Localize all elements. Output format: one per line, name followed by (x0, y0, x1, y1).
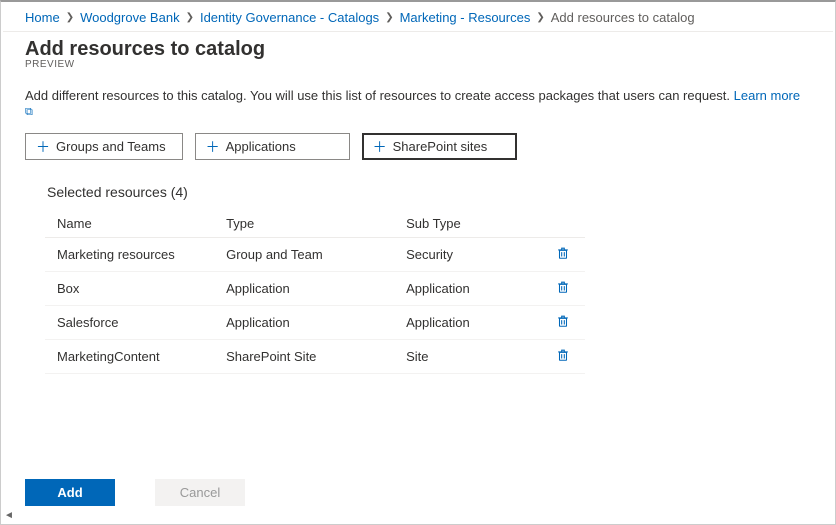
add-sharepoint-button[interactable]: ＋ SharePoint sites (362, 133, 517, 160)
table-row: MarketingContentSharePoint SiteSite (45, 340, 585, 374)
cell-type: Application (214, 272, 394, 306)
column-subtype[interactable]: Sub Type (394, 210, 541, 238)
cell-type: Group and Team (214, 238, 394, 272)
resource-type-buttons: ＋ Groups and Teams ＋ Applications ＋ Shar… (1, 133, 835, 178)
crumb-home[interactable]: Home (25, 10, 60, 25)
column-name[interactable]: Name (45, 210, 214, 238)
selected-resources-title: Selected resources (4) (47, 184, 811, 200)
table-row: BoxApplicationApplication (45, 272, 585, 306)
delete-icon[interactable] (556, 246, 570, 260)
chevron-right-icon: ❯ (186, 12, 194, 23)
column-type[interactable]: Type (214, 210, 394, 238)
cell-name: MarketingContent (45, 340, 214, 374)
crumb-current: Add resources to catalog (551, 10, 695, 25)
description: Add different resources to this catalog.… (1, 72, 835, 133)
cell-name: Box (45, 272, 214, 306)
plus-icon: ＋ (36, 140, 50, 154)
add-button[interactable]: Add (25, 479, 115, 506)
scroll-left-icon[interactable]: ◄ (4, 510, 14, 521)
crumb-org[interactable]: Woodgrove Bank (80, 10, 180, 25)
add-applications-button[interactable]: ＋ Applications (195, 133, 350, 160)
cell-subtype: Security (394, 238, 541, 272)
table-row: SalesforceApplicationApplication (45, 306, 585, 340)
page-header: Add resources to catalog PREVIEW (1, 32, 835, 72)
chevron-right-icon: ❯ (536, 12, 544, 23)
page-title: Add resources to catalog (25, 38, 811, 61)
chevron-right-icon: ❯ (385, 12, 393, 23)
cell-name: Marketing resources (45, 238, 214, 272)
cell-subtype: Application (394, 306, 541, 340)
selected-resources-section: Selected resources (4) Name Type Sub Typ… (1, 178, 835, 461)
plus-icon: ＋ (206, 140, 220, 154)
description-text: Add different resources to this catalog.… (25, 88, 734, 103)
breadcrumb: Home ❯ Woodgrove Bank ❯ Identity Governa… (1, 2, 835, 31)
crumb-catalogs[interactable]: Identity Governance - Catalogs (200, 10, 379, 25)
resources-table: Name Type Sub Type Marketing resourcesGr… (45, 210, 585, 374)
delete-icon[interactable] (556, 348, 570, 362)
add-groups-button[interactable]: ＋ Groups and Teams (25, 133, 183, 160)
cell-type: SharePoint Site (214, 340, 394, 374)
plus-icon: ＋ (373, 140, 387, 154)
cancel-button[interactable]: Cancel (155, 479, 245, 506)
cell-type: Application (214, 306, 394, 340)
cell-name: Salesforce (45, 306, 214, 340)
delete-icon[interactable] (556, 314, 570, 328)
cell-subtype: Site (394, 340, 541, 374)
cell-subtype: Application (394, 272, 541, 306)
footer-actions: Add Cancel (1, 461, 835, 524)
table-row: Marketing resourcesGroup and TeamSecurit… (45, 238, 585, 272)
external-link-icon: ⧉ (25, 106, 33, 118)
chevron-right-icon: ❯ (66, 12, 74, 23)
delete-icon[interactable] (556, 280, 570, 294)
crumb-marketing[interactable]: Marketing - Resources (400, 10, 531, 25)
